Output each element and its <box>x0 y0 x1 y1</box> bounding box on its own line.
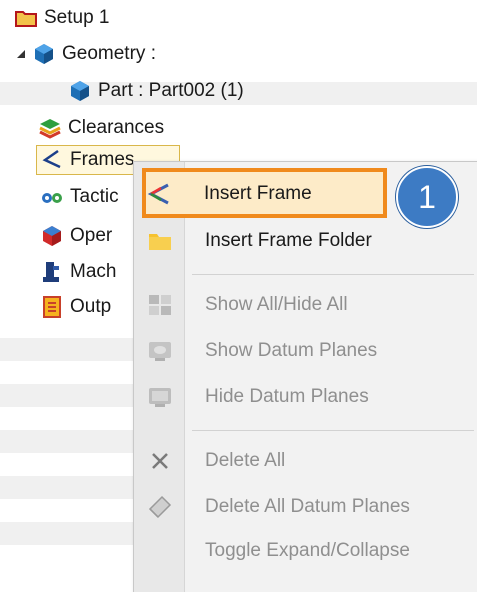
tactics-gears-icon <box>40 185 64 209</box>
menu-item-show-datum-planes[interactable]: Show Datum Planes <box>134 330 474 372</box>
menu-item-delete-all-datum-planes[interactable]: Delete All Datum Planes <box>134 486 474 528</box>
insert-frame-icon <box>146 181 172 207</box>
tree-label-operations: Oper <box>70 225 113 246</box>
menu-item-delete-all[interactable]: Delete All <box>134 440 474 482</box>
tree-item-frames[interactable]: Frames <box>40 146 134 174</box>
step-callout-badge: 1 <box>396 166 458 228</box>
tree-item-machine[interactable]: Mach <box>40 258 116 286</box>
menu-label-hide-datum-planes: Hide Datum Planes <box>205 386 369 407</box>
tree-label-geometry: Geometry : <box>62 43 156 64</box>
tree-item-tactics[interactable]: Tactic <box>40 183 119 211</box>
machine-icon <box>40 260 64 284</box>
show-hide-all-icon <box>147 292 173 318</box>
menu-label-insert-frame: Insert Frame <box>204 183 312 204</box>
menu-separator <box>192 274 474 275</box>
menu-label-show-datum-planes: Show Datum Planes <box>205 340 378 361</box>
tree-label-setup: Setup 1 <box>44 7 110 28</box>
menu-label-toggle-expand-collapse: Toggle Expand/Collapse <box>205 540 410 561</box>
tree-label-tactics: Tactic <box>70 186 119 207</box>
show-datum-planes-icon <box>147 338 173 364</box>
delete-x-icon <box>147 448 173 474</box>
setup-folder-icon <box>14 6 38 30</box>
menu-label-delete-all-datum-planes: Delete All Datum Planes <box>205 496 410 517</box>
clearances-layers-icon <box>38 116 62 140</box>
tree-label-part: Part : Part002 (1) <box>98 80 244 101</box>
tree-item-setup[interactable]: Setup 1 <box>14 4 110 32</box>
folder-icon <box>147 228 173 254</box>
operations-cube-icon <box>40 224 64 248</box>
part-cube-icon <box>68 79 92 103</box>
menu-item-show-all-hide-all[interactable]: Show All/Hide All <box>134 284 474 326</box>
menu-label-insert-frame-folder: Insert Frame Folder <box>205 230 372 251</box>
tree-label-clearances: Clearances <box>68 117 165 138</box>
tree-label-machine: Mach <box>70 261 117 282</box>
menu-label-delete-all: Delete All <box>205 450 286 471</box>
tree-item-output[interactable]: Outp <box>40 293 111 321</box>
tree-item-operations[interactable]: Oper <box>40 222 112 250</box>
geometry-cube-icon <box>32 42 56 66</box>
eraser-icon <box>147 494 173 520</box>
menu-item-toggle-expand-collapse[interactable]: Toggle Expand/Collapse <box>134 530 474 572</box>
menu-item-hide-datum-planes[interactable]: Hide Datum Planes <box>134 376 474 418</box>
menu-item-insert-frame-highlighted[interactable]: Insert Frame <box>133 173 383 215</box>
tree-label-frames: Frames <box>70 149 135 170</box>
hide-datum-planes-icon <box>147 384 173 410</box>
tree-item-part[interactable]: Part : Part002 (1) <box>68 77 244 105</box>
tree-item-clearances[interactable]: Clearances <box>38 114 164 142</box>
menu-separator <box>192 430 474 431</box>
frame-axis-icon <box>40 148 64 172</box>
menu-label-show-all-hide-all: Show All/Hide All <box>205 294 348 315</box>
expander-open-icon[interactable] <box>16 49 26 59</box>
tree-item-geometry[interactable]: Geometry : <box>16 40 156 68</box>
tree-label-output: Outp <box>70 296 112 317</box>
output-document-icon <box>40 295 64 319</box>
